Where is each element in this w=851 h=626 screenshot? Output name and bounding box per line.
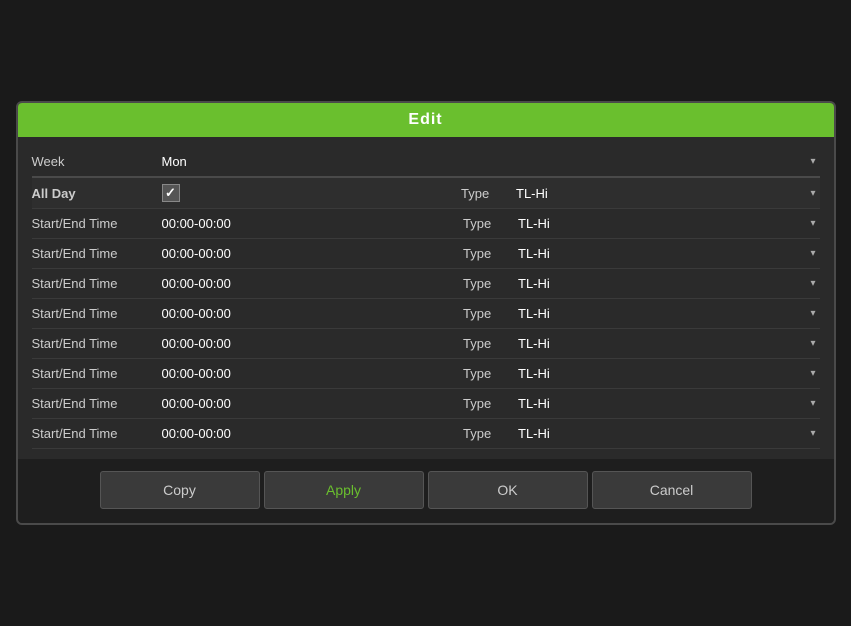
time-value-4[interactable]: 00:00-00:00 [162, 336, 464, 351]
time-value-6[interactable]: 00:00-00:00 [162, 396, 464, 411]
week-label: Week [32, 154, 162, 169]
time-row: Start/End Time 00:00-00:00 Type TL-Hi ▾ [32, 389, 820, 419]
type-label-7: Type [463, 426, 518, 441]
time-label-0: Start/End Time [32, 216, 162, 231]
type-chevron-icon-0: ▾ [810, 218, 815, 229]
week-chevron-icon: ▾ [810, 156, 815, 167]
time-value-3[interactable]: 00:00-00:00 [162, 306, 464, 321]
time-row: Start/End Time 00:00-00:00 Type TL-Hi ▾ [32, 359, 820, 389]
type-label-1: Type [463, 246, 518, 261]
allday-type-dropdown[interactable]: TL-Hi ▾ [516, 186, 820, 201]
time-row: Start/End Time 00:00-00:00 Type TL-Hi ▾ [32, 329, 820, 359]
time-row: Start/End Time 00:00-00:00 Type TL-Hi ▾ [32, 419, 820, 449]
type-chevron-icon-6: ▾ [810, 398, 815, 409]
week-row: Week Mon ▾ [32, 147, 820, 178]
time-label-1: Start/End Time [32, 246, 162, 261]
ok-button[interactable]: OK [428, 471, 588, 509]
type-label-6: Type [463, 396, 518, 411]
week-value: Mon [162, 154, 187, 169]
allday-checkbox-cell [162, 184, 462, 202]
time-row: Start/End Time 00:00-00:00 Type TL-Hi ▾ [32, 209, 820, 239]
type-chevron-icon-7: ▾ [810, 428, 815, 439]
allday-type-label: Type [461, 186, 516, 201]
dialog-footer: Copy Apply OK Cancel [18, 459, 834, 523]
type-dropdown-5[interactable]: TL-Hi ▾ [518, 366, 820, 381]
type-value-2: TL-Hi [518, 276, 550, 291]
type-dropdown-0[interactable]: TL-Hi ▾ [518, 216, 820, 231]
type-dropdown-2[interactable]: TL-Hi ▾ [518, 276, 820, 291]
type-value-1: TL-Hi [518, 246, 550, 261]
type-chevron-icon-2: ▾ [810, 278, 815, 289]
type-label-0: Type [463, 216, 518, 231]
time-label-7: Start/End Time [32, 426, 162, 441]
type-dropdown-1[interactable]: TL-Hi ▾ [518, 246, 820, 261]
type-value-5: TL-Hi [518, 366, 550, 381]
cancel-button[interactable]: Cancel [592, 471, 752, 509]
week-dropdown[interactable]: Mon ▾ [162, 154, 820, 169]
type-value-6: TL-Hi [518, 396, 550, 411]
type-chevron-icon-3: ▾ [810, 308, 815, 319]
time-value-5[interactable]: 00:00-00:00 [162, 366, 464, 381]
time-label-4: Start/End Time [32, 336, 162, 351]
allday-row: All Day Type TL-Hi ▾ [32, 178, 820, 209]
type-chevron-icon-1: ▾ [810, 248, 815, 259]
type-value-3: TL-Hi [518, 306, 550, 321]
edit-dialog: Edit Week Mon ▾ All Day Type TL-Hi ▾ Sta… [16, 101, 836, 525]
type-label-3: Type [463, 306, 518, 321]
time-rows-container: Start/End Time 00:00-00:00 Type TL-Hi ▾ … [32, 209, 820, 449]
allday-checkbox[interactable] [162, 184, 180, 202]
allday-type-chevron-icon: ▾ [810, 188, 815, 199]
type-dropdown-4[interactable]: TL-Hi ▾ [518, 336, 820, 351]
dialog-title: Edit [18, 103, 834, 137]
time-value-7[interactable]: 00:00-00:00 [162, 426, 464, 441]
time-row: Start/End Time 00:00-00:00 Type TL-Hi ▾ [32, 239, 820, 269]
type-dropdown-7[interactable]: TL-Hi ▾ [518, 426, 820, 441]
type-value-7: TL-Hi [518, 426, 550, 441]
copy-button[interactable]: Copy [100, 471, 260, 509]
time-row: Start/End Time 00:00-00:00 Type TL-Hi ▾ [32, 299, 820, 329]
type-value-0: TL-Hi [518, 216, 550, 231]
time-label-6: Start/End Time [32, 396, 162, 411]
type-dropdown-6[interactable]: TL-Hi ▾ [518, 396, 820, 411]
type-value-4: TL-Hi [518, 336, 550, 351]
time-value-1[interactable]: 00:00-00:00 [162, 246, 464, 261]
type-label-4: Type [463, 336, 518, 351]
time-label-3: Start/End Time [32, 306, 162, 321]
allday-label: All Day [32, 186, 162, 201]
allday-type-value: TL-Hi [516, 186, 548, 201]
type-label-2: Type [463, 276, 518, 291]
apply-button[interactable]: Apply [264, 471, 424, 509]
type-dropdown-3[interactable]: TL-Hi ▾ [518, 306, 820, 321]
time-row: Start/End Time 00:00-00:00 Type TL-Hi ▾ [32, 269, 820, 299]
dialog-body: Week Mon ▾ All Day Type TL-Hi ▾ Start/En… [18, 137, 834, 459]
time-label-5: Start/End Time [32, 366, 162, 381]
type-chevron-icon-4: ▾ [810, 338, 815, 349]
time-value-0[interactable]: 00:00-00:00 [162, 216, 464, 231]
type-chevron-icon-5: ▾ [810, 368, 815, 379]
type-label-5: Type [463, 366, 518, 381]
time-value-2[interactable]: 00:00-00:00 [162, 276, 464, 291]
time-label-2: Start/End Time [32, 276, 162, 291]
